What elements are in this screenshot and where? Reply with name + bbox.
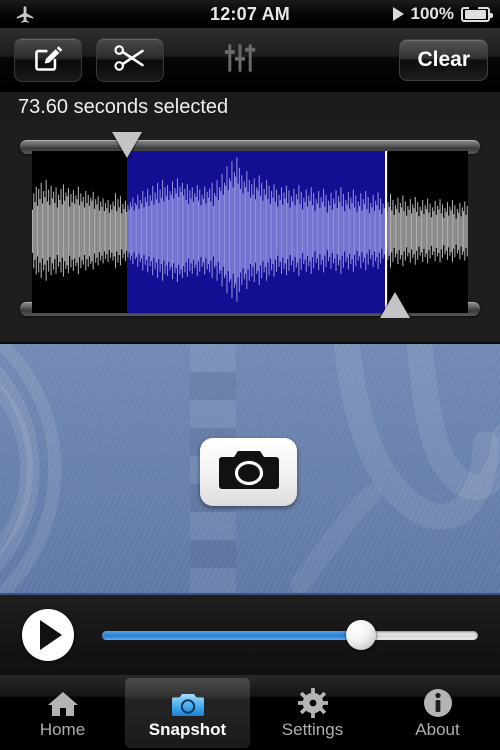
selection-start-handle[interactable]: [112, 132, 143, 158]
camera-icon: [217, 447, 281, 498]
play-button[interactable]: [22, 609, 74, 661]
camera-icon: [171, 688, 205, 718]
app-root: 12:07 AM 100% Clear 73.60 seconds select…: [0, 0, 500, 750]
status-bar-right: 100%: [350, 4, 500, 24]
waveform-panel[interactable]: [0, 122, 500, 344]
battery-plug-glyph: [465, 6, 486, 19]
play-icon: [40, 620, 62, 650]
equalizer-sliders-icon: [223, 42, 257, 79]
playhead-marker[interactable]: [385, 151, 388, 313]
tab-home-label: Home: [39, 719, 86, 739]
tab-bar: Home Snapshot Settings About: [0, 675, 500, 750]
status-bar-left: [0, 3, 150, 25]
battery-charging-icon: [461, 6, 493, 22]
play-indicator-icon: [392, 7, 404, 21]
selection-status-label: 73.60 seconds selected: [0, 92, 500, 122]
transport-bar: [0, 593, 500, 675]
tab-about[interactable]: About: [375, 675, 500, 750]
compose-button[interactable]: [14, 38, 82, 82]
tab-settings[interactable]: Settings: [250, 675, 375, 750]
tab-about-label: About: [415, 719, 460, 739]
home-icon: [47, 688, 79, 718]
waveform-graphic: [32, 157, 468, 302]
waveform-canvas[interactable]: [32, 151, 468, 313]
playback-slider[interactable]: [102, 620, 478, 650]
selection-end-handle[interactable]: [380, 292, 411, 318]
equalizer-button[interactable]: [210, 38, 270, 82]
slider-knob[interactable]: [346, 620, 377, 650]
take-snapshot-button[interactable]: [200, 438, 297, 506]
tab-snapshot-label: Snapshot: [148, 720, 227, 739]
tab-snapshot[interactable]: Snapshot: [125, 678, 250, 748]
cut-button[interactable]: [96, 38, 164, 82]
info-icon: [423, 688, 453, 718]
status-bar-center: 12:07 AM: [150, 4, 350, 25]
editor-toolbar: Clear: [0, 28, 500, 92]
scissors-icon: [113, 43, 147, 78]
tab-settings-label: Settings: [281, 719, 344, 739]
airplane-icon: [14, 3, 36, 25]
compose-icon: [33, 43, 63, 78]
slider-fill: [102, 631, 362, 640]
status-bar: 12:07 AM 100%: [0, 0, 500, 28]
gear-icon: [297, 687, 328, 718]
status-bar-clock: 12:07 AM: [210, 3, 290, 24]
battery-percent-label: 100%: [410, 4, 454, 23]
tab-home[interactable]: Home: [0, 675, 125, 750]
clear-button[interactable]: Clear: [399, 39, 488, 81]
